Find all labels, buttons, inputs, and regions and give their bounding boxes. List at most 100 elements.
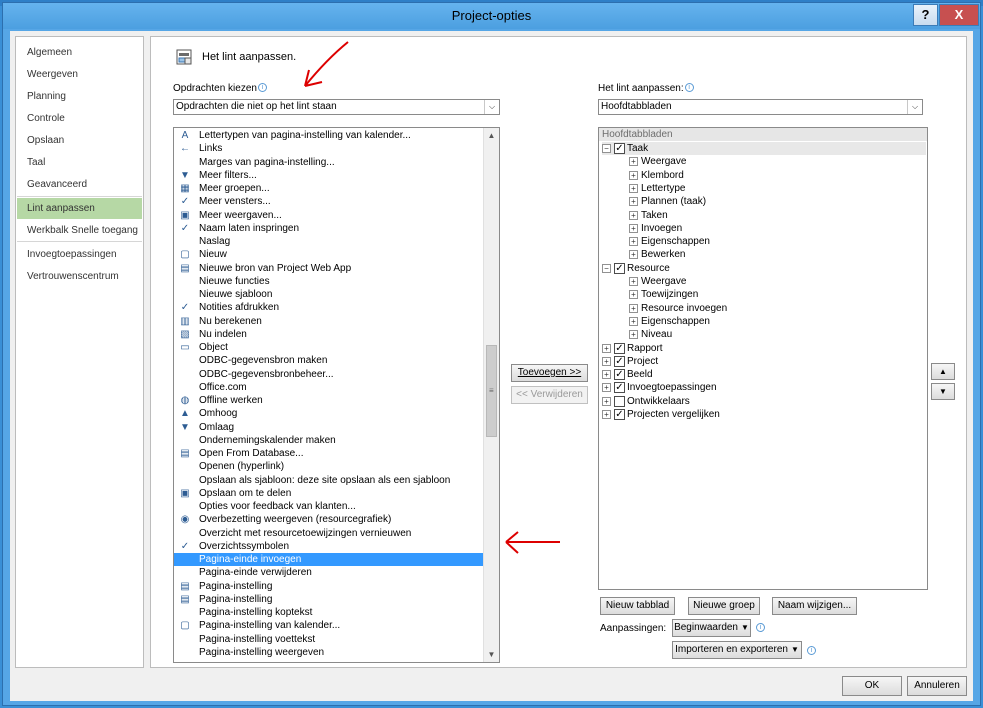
command-item[interactable]: ▤ Nieuwe bron van Project Web App: [174, 262, 484, 275]
expand-icon[interactable]: +: [629, 316, 638, 326]
commands-scrollbar[interactable]: ▲ ≡ ▼: [483, 128, 499, 662]
chevron-down-icon[interactable]: ⌵: [907, 100, 922, 114]
expand-icon[interactable]: +: [602, 370, 611, 380]
command-item[interactable]: Nieuwe sjabloon: [174, 288, 484, 301]
tree-node[interactable]: + Niveau: [629, 328, 672, 341]
expand-icon[interactable]: +: [629, 250, 638, 260]
command-item[interactable]: ▣ Meer weergaven...: [174, 209, 484, 222]
tab-checkbox[interactable]: ✓: [614, 342, 625, 354]
tree-node[interactable]: + Eigenschappen: [629, 315, 710, 328]
command-item[interactable]: Pagina-instelling voettekst: [174, 633, 484, 646]
tree-node[interactable]: + Ontwikkelaars: [602, 395, 690, 408]
command-item[interactable]: ▤ Pagina-instelling: [174, 580, 484, 593]
command-item[interactable]: Opties voor feedback van klanten...: [174, 500, 484, 513]
command-item[interactable]: Naslag: [174, 235, 484, 248]
move-up-button[interactable]: ▲: [931, 363, 955, 380]
tree-node[interactable]: + Toewijzingen: [629, 288, 698, 301]
add-button[interactable]: Toevoegen >>: [511, 364, 588, 382]
expand-icon[interactable]: +: [629, 330, 638, 340]
move-down-button[interactable]: ▼: [931, 383, 955, 400]
tree-node[interactable]: + ✓ Projecten vergelijken: [602, 408, 720, 421]
command-item[interactable]: Nieuwe functies: [174, 275, 484, 288]
nav-item-geavanceerd[interactable]: Geavanceerd: [17, 174, 142, 195]
command-item[interactable]: ▤ Open From Database...: [174, 447, 484, 460]
command-item[interactable]: Ondernemingskalender maken: [174, 434, 484, 447]
expand-icon[interactable]: +: [629, 290, 638, 300]
expand-icon[interactable]: +: [629, 237, 638, 247]
remove-button[interactable]: << Verwijderen: [511, 386, 588, 404]
tree-node[interactable]: − ✓ Taak: [602, 142, 926, 155]
command-item[interactable]: ✓ Notities afdrukken: [174, 301, 484, 314]
tree-node[interactable]: + Eigenschappen: [629, 235, 710, 248]
command-item[interactable]: ✓ Overzichtssymbolen: [174, 540, 484, 553]
expand-icon[interactable]: +: [629, 170, 638, 180]
collapse-icon[interactable]: −: [602, 263, 611, 273]
command-item[interactable]: ODBC-gegevensbronbeheer...: [174, 368, 484, 381]
ok-button[interactable]: OK: [842, 676, 902, 696]
tree-node[interactable]: + Lettertype: [629, 182, 685, 195]
expand-icon[interactable]: +: [602, 383, 611, 393]
command-item[interactable]: Pagina-einde verwijderen: [174, 566, 484, 579]
collapse-icon[interactable]: −: [602, 144, 611, 153]
nav-item-planning[interactable]: Planning: [17, 86, 142, 107]
help-button[interactable]: ?: [913, 4, 938, 26]
expand-icon[interactable]: +: [629, 183, 638, 193]
tab-checkbox[interactable]: ✓: [614, 355, 625, 367]
command-item[interactable]: ▥ Nu berekenen: [174, 315, 484, 328]
command-item[interactable]: ◉ Overbezetting weergeven (resourcegrafie…: [174, 513, 484, 526]
tree-node[interactable]: + ✓ Beeld: [602, 368, 653, 381]
tree-node[interactable]: + Klembord: [629, 169, 684, 182]
command-item[interactable]: ▢ Nieuw: [174, 248, 484, 261]
nav-item-werkbalk-snelle-toegang[interactable]: Werkbalk Snelle toegang: [17, 220, 142, 241]
tree-node[interactable]: + Resource invoegen: [629, 302, 727, 315]
tree-node[interactable]: + Taken: [629, 209, 668, 222]
expand-icon[interactable]: +: [629, 197, 638, 207]
command-item[interactable]: ✓ Meer vensters...: [174, 195, 484, 208]
command-item[interactable]: ▢ Pagina-instelling van kalender...: [174, 619, 484, 632]
command-item[interactable]: ▲ Omhoog: [174, 407, 484, 420]
expand-icon[interactable]: +: [602, 356, 611, 366]
tree-node[interactable]: + ✓ Project: [602, 355, 658, 368]
tree-node[interactable]: + Invoegen: [629, 222, 682, 235]
scroll-down-icon[interactable]: ▼: [484, 647, 499, 662]
scroll-up-icon[interactable]: ▲: [484, 128, 499, 143]
cancel-button[interactable]: Annuleren: [907, 676, 967, 696]
commands-list[interactable]: Pagina-instelling weergeven Pagina-instel…: [173, 127, 500, 663]
chevron-down-icon[interactable]: ⌵: [484, 100, 499, 114]
command-item[interactable]: Opslaan als sjabloon: deze site opslaan …: [174, 474, 484, 487]
expand-icon[interactable]: +: [602, 410, 611, 419]
command-item[interactable]: ODBC-gegevensbron maken: [174, 354, 484, 367]
command-item[interactable]: ▼ Meer filters...: [174, 169, 484, 182]
close-button[interactable]: X: [939, 4, 979, 26]
new-group-button[interactable]: Nieuwe groep: [688, 597, 760, 615]
tab-checkbox[interactable]: ✓: [614, 409, 625, 420]
command-item[interactable]: ▭ Object: [174, 341, 484, 354]
command-item[interactable]: Pagina-instelling weergeven: [174, 646, 484, 659]
tree-node[interactable]: + Weergave: [629, 155, 686, 168]
nav-item-opslaan[interactable]: Opslaan: [17, 130, 142, 151]
expand-icon[interactable]: +: [602, 396, 611, 406]
tab-checkbox[interactable]: ✓: [614, 382, 625, 394]
rename-button[interactable]: Naam wijzigen...: [772, 597, 857, 615]
tree-node[interactable]: + Weergave: [629, 275, 686, 288]
command-item[interactable]: ◍ Offline werken: [174, 394, 484, 407]
command-item[interactable]: ▧ Nu indelen: [174, 328, 484, 341]
expand-icon[interactable]: +: [629, 223, 638, 233]
expand-icon[interactable]: +: [629, 303, 638, 313]
command-item[interactable]: ▤ Pagina-instelling: [174, 593, 484, 606]
tab-checkbox[interactable]: ✓: [614, 143, 625, 154]
tree-node[interactable]: + ✓ Invoegtoepassingen: [602, 381, 717, 394]
scroll-thumb[interactable]: ≡: [486, 345, 497, 437]
tree-node[interactable]: + ✓ Rapport: [602, 342, 663, 355]
tab-checkbox[interactable]: [614, 395, 625, 407]
new-tab-button[interactable]: Nieuw tabblad: [600, 597, 675, 615]
expand-icon[interactable]: +: [629, 277, 638, 286]
nav-item-taal[interactable]: Taal: [17, 152, 142, 173]
command-item[interactable]: Overzicht met resourcetoewijzingen verni…: [174, 527, 484, 540]
tab-checkbox[interactable]: ✓: [614, 262, 625, 274]
command-item[interactable]: ▦ Meer groepen...: [174, 182, 484, 195]
nav-item-algemeen[interactable]: Algemeen: [17, 42, 142, 63]
command-item[interactable]: Pagina-instelling koptekst: [174, 606, 484, 619]
ribbon-tabs-tree[interactable]: Hoofdtabbladen − ✓ Taak + Weergave + Klembord +…: [598, 127, 928, 590]
command-item[interactable]: Marges van pagina-instelling...: [174, 156, 484, 169]
